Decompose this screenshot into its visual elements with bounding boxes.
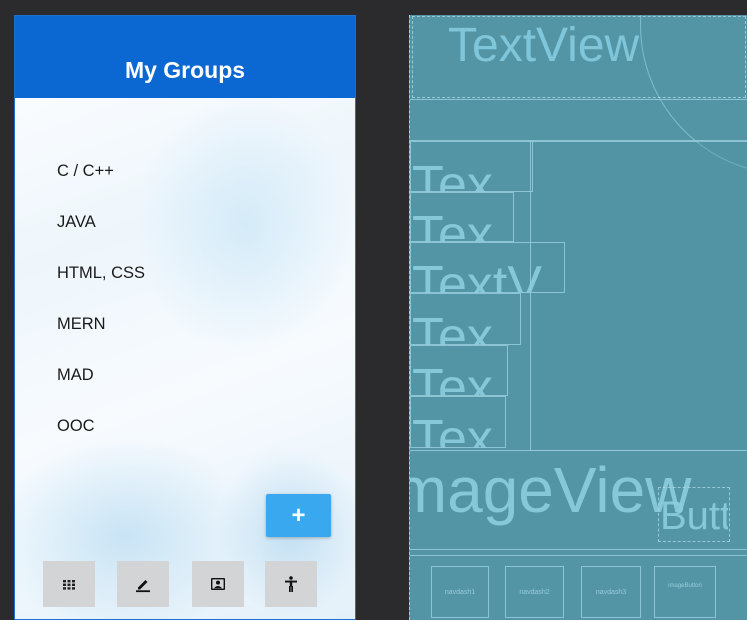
blueprint-list-text: Tex bbox=[412, 311, 493, 345]
group-item-mad[interactable]: MAD bbox=[57, 364, 145, 415]
edit-icon bbox=[136, 580, 150, 593]
bottom-navigation bbox=[15, 561, 355, 607]
nav-accessibility-button[interactable] bbox=[265, 561, 317, 607]
blueprint-list-text: Tex bbox=[412, 362, 493, 396]
blueprint-preview: TextView Tex Tex TextV Tex Tex Tex Image… bbox=[409, 15, 747, 620]
grid-icon bbox=[63, 580, 75, 590]
nav-contact-button[interactable] bbox=[192, 561, 244, 607]
group-item-java[interactable]: JAVA bbox=[57, 211, 145, 262]
nav-edit-button[interactable] bbox=[117, 561, 169, 607]
blueprint-nav-button: navdash2 bbox=[505, 566, 564, 618]
plus-icon: + bbox=[291, 501, 306, 529]
group-item-ooc[interactable]: OOC bbox=[57, 415, 145, 466]
blueprint-list-text: Tex bbox=[412, 413, 493, 448]
app-bar: My Groups bbox=[15, 16, 355, 98]
blueprint-list-text: Tex bbox=[412, 209, 493, 242]
accessibility-icon bbox=[285, 576, 297, 592]
group-item-html-css[interactable]: HTML, CSS bbox=[57, 262, 145, 313]
blueprint-list-text: Tex bbox=[412, 159, 493, 192]
group-item-c-cpp[interactable]: C / C++ bbox=[57, 160, 145, 211]
blueprint-button-text: Butto bbox=[660, 494, 728, 538]
blueprint-nav-button: navdash3 bbox=[581, 566, 641, 618]
group-list: C / C++ JAVA HTML, CSS MERN MAD OOC bbox=[57, 160, 145, 466]
blueprint-nav-label: navdash2 bbox=[519, 589, 550, 596]
blueprint-nav-button: imageButton bbox=[654, 566, 716, 618]
group-item-mern[interactable]: MERN bbox=[57, 313, 145, 364]
design-preview-phone: My Groups C / C++ JAVA HTML, CSS MERN MA… bbox=[14, 15, 356, 620]
page-title: My Groups bbox=[124, 56, 246, 83]
add-group-button[interactable]: + bbox=[266, 494, 331, 537]
nav-grid-button[interactable] bbox=[43, 561, 95, 607]
blueprint-nav-label: navdash1 bbox=[444, 589, 476, 596]
blueprint-nav-button: navdash1 bbox=[431, 566, 489, 618]
blueprint-list-container bbox=[530, 141, 747, 451]
blueprint-row-box bbox=[410, 99, 747, 141]
blueprint-nav-label: navdash3 bbox=[595, 589, 627, 596]
blueprint-list-text: TextV bbox=[412, 259, 543, 293]
watercolor-background bbox=[135, 96, 355, 356]
contact-card-icon bbox=[211, 578, 225, 590]
blueprint-nav-label: imageButton bbox=[668, 583, 702, 589]
blueprint-header-text: TextView bbox=[448, 19, 640, 72]
